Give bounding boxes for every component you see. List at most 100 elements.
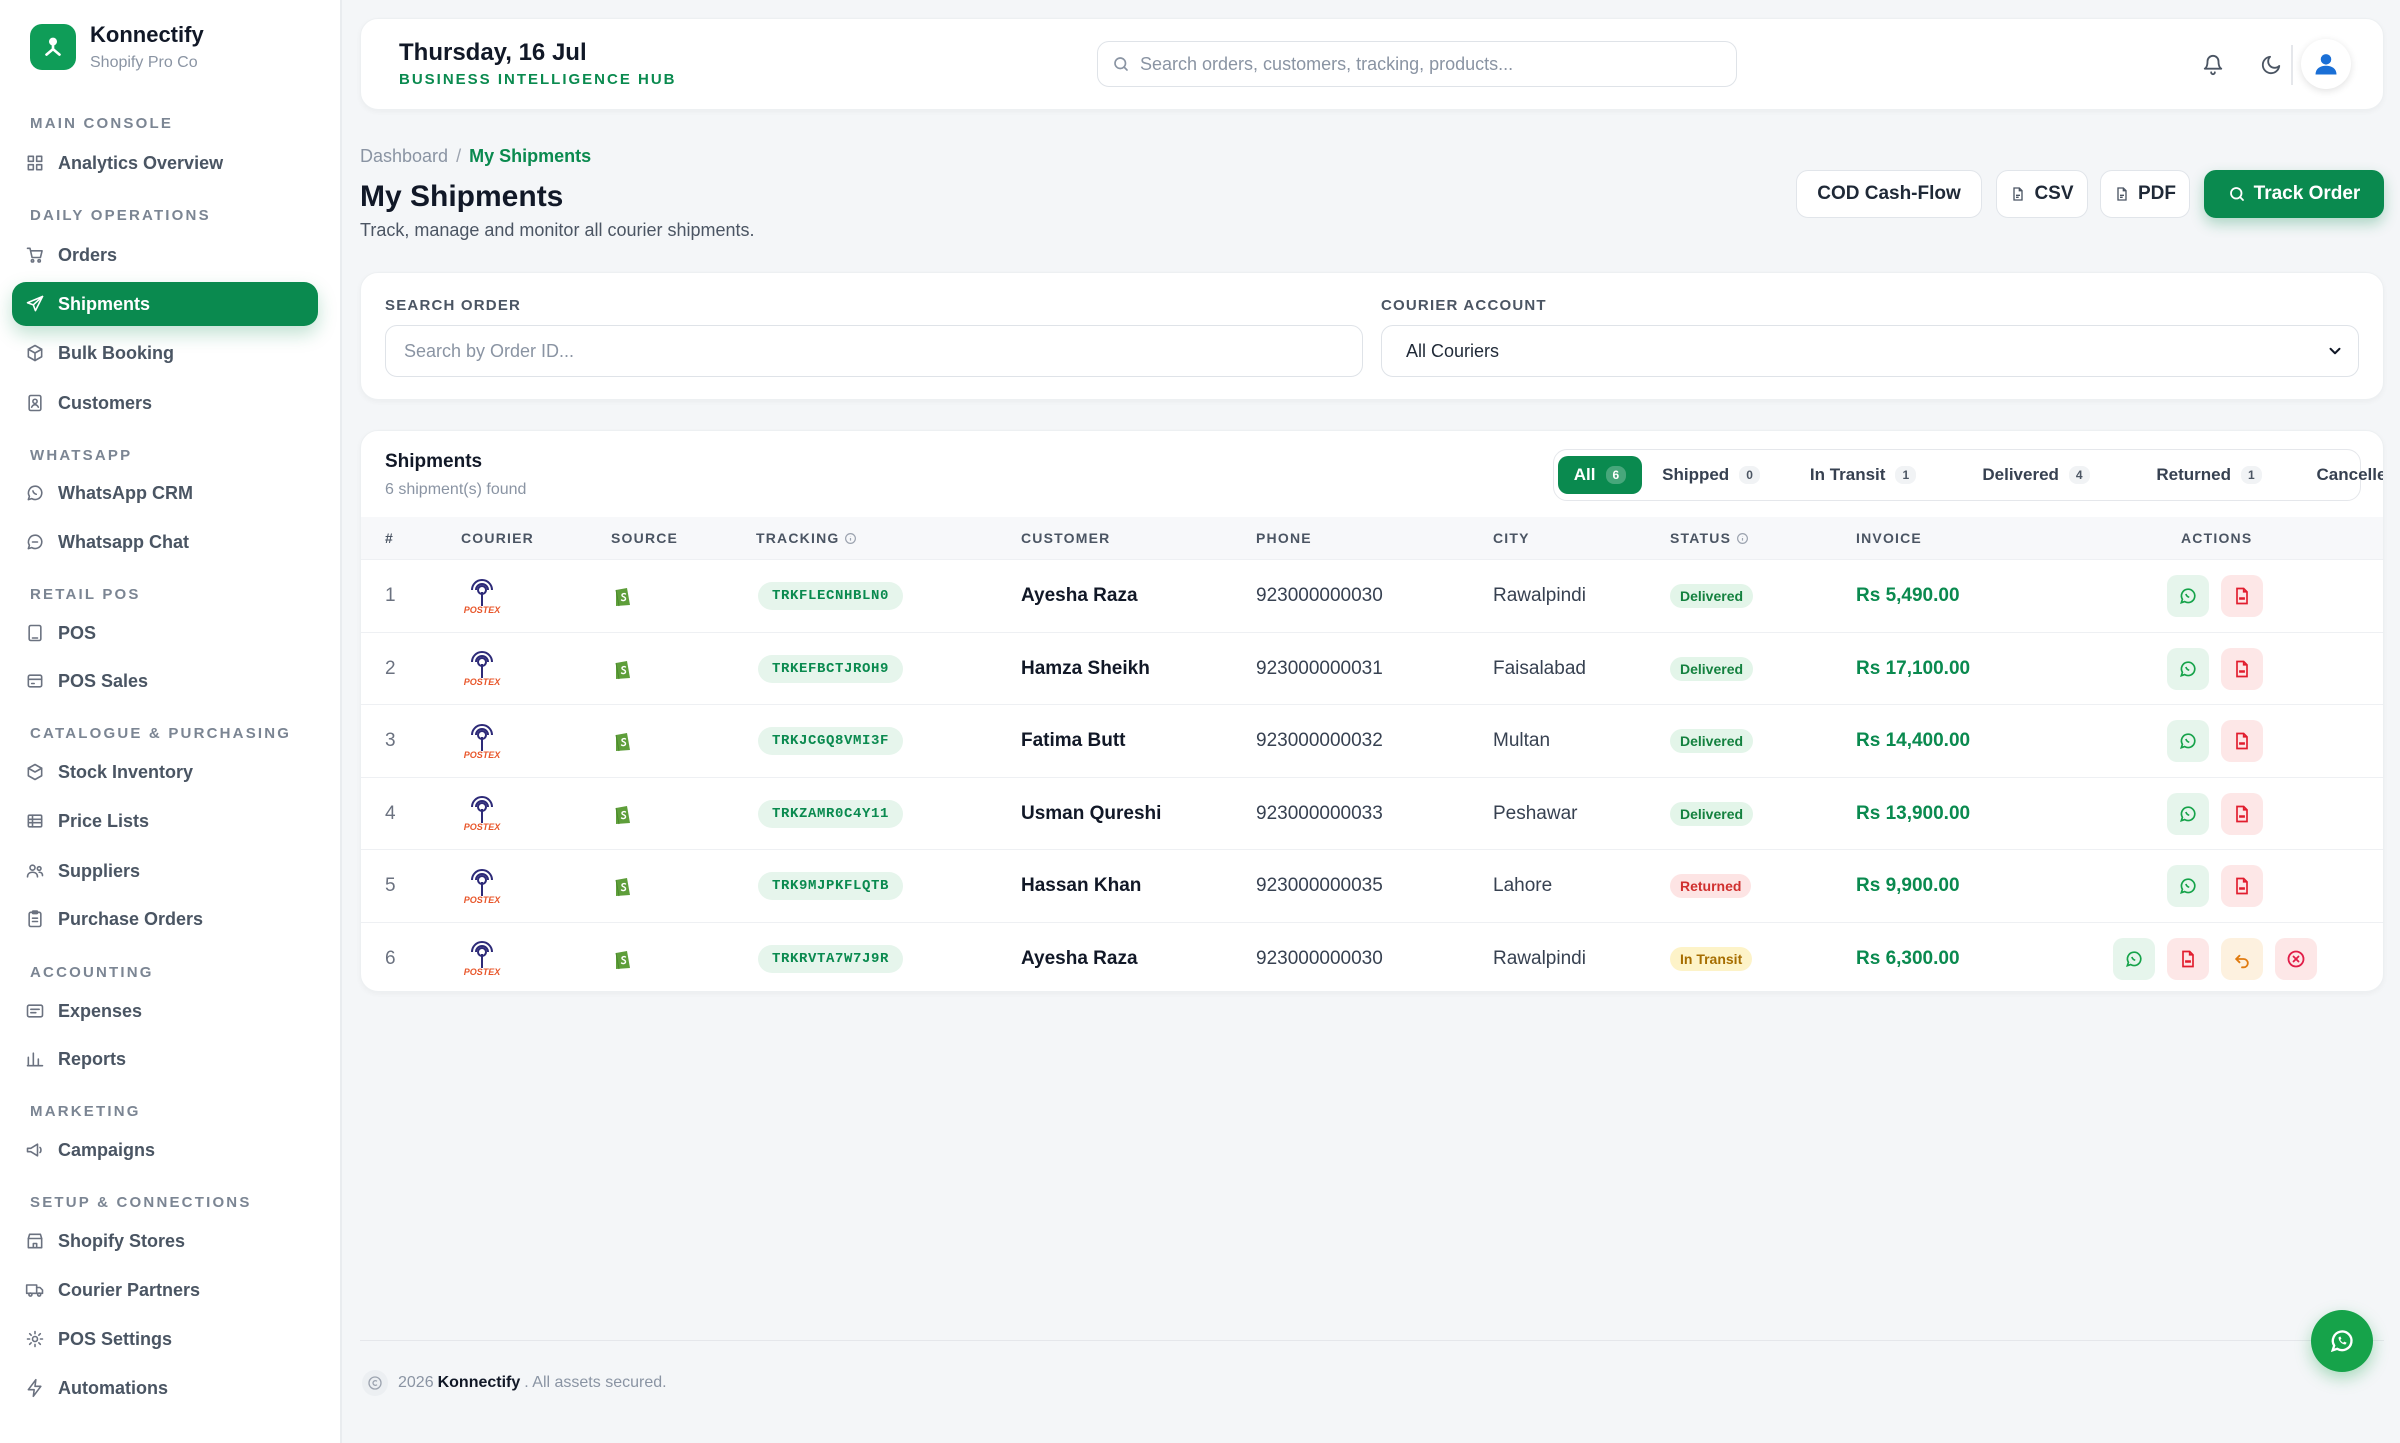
shopify-icon [613, 585, 633, 607]
column-header-label: INVOICE [1856, 530, 1922, 546]
column-header-phone: PHONE [1256, 530, 1312, 546]
download-pdf-button[interactable] [2221, 865, 2263, 907]
breadcrumb-root[interactable]: Dashboard [360, 146, 448, 166]
pdf-icon [2232, 586, 2252, 606]
tab-delivered[interactable]: Delivered 4 [1954, 456, 2118, 494]
pdf-button[interactable]: PDF [2100, 170, 2190, 218]
global-search-input[interactable] [1140, 53, 1720, 75]
source-cell [613, 778, 633, 850]
sidebar-item-customers[interactable]: Customers [12, 381, 318, 425]
return-shipment-button[interactable] [2221, 937, 2263, 980]
tab-label: In Transit [1809, 465, 1886, 484]
cancel-shipment-button[interactable] [2275, 937, 2317, 980]
order-search-input[interactable] [385, 325, 1363, 377]
whatsapp-icon [2178, 804, 2198, 824]
tab-returned[interactable]: Returned 1 [2128, 456, 2290, 494]
sidebar-item-suppliers[interactable]: Suppliers [12, 849, 318, 893]
tracking-badge[interactable]: TRKFLECNHBLN0 [758, 582, 904, 610]
sidebar-item-orders[interactable]: Orders [12, 233, 318, 277]
download-pdf-button[interactable] [2167, 937, 2209, 980]
tracking-badge[interactable]: TRK9MJPKFLQTB [758, 872, 904, 900]
whatsapp-fab-button[interactable] [2311, 1310, 2373, 1372]
global-search[interactable] [1097, 41, 1737, 87]
csv-button[interactable]: CSV [1996, 170, 2088, 218]
sidebar-item-label: Bulk Booking [58, 342, 174, 363]
send-whatsapp-button[interactable] [2167, 792, 2209, 835]
sidebar-item-reports[interactable]: Reports [12, 1037, 318, 1081]
shopify-icon [613, 948, 633, 970]
download-pdf-button[interactable] [2221, 720, 2263, 762]
status-cell: Delivered [1670, 705, 1754, 777]
table-row[interactable]: 1 POSTEX TRKFLECNHBLN0 Ayesha Raza 923000000… [361, 559, 2383, 632]
table-row[interactable]: 5 POSTEX TRK9MJPKFLQTB Hassan Khan 923000000… [361, 849, 2383, 921]
sidebar-item-stock-inventory[interactable]: Stock Inventory [12, 750, 318, 794]
tab-shipped[interactable]: Shipped 0 [1650, 456, 1772, 494]
sidebar-item-label: POS [58, 622, 97, 643]
download-pdf-button[interactable] [2221, 792, 2263, 835]
tab-label: Cancelled [2316, 465, 2384, 484]
send-whatsapp-button[interactable] [2167, 720, 2209, 762]
sidebar-item-shopify-stores[interactable]: Shopify Stores [12, 1219, 318, 1263]
city-name: Faisalabad [1493, 657, 1586, 679]
nav-section-daily-operations: DAILY OPERATIONS [30, 207, 211, 224]
tracking-badge[interactable]: TRKJCGQ8VMI3F [758, 727, 904, 755]
download-pdf-button[interactable] [2221, 647, 2263, 690]
avatar[interactable] [2301, 39, 2351, 89]
status-badge: Delivered [1670, 656, 1754, 681]
bell-icon[interactable] [2195, 47, 2231, 83]
download-pdf-button[interactable] [2221, 575, 2263, 617]
column-header-label: STATUS [1670, 530, 1732, 546]
tracking-badge[interactable]: TRKZAMR0C4Y11 [758, 799, 904, 828]
track-order-button[interactable]: Track Order [2204, 170, 2384, 218]
moon-icon[interactable] [2253, 47, 2289, 83]
contacts-icon [24, 392, 46, 414]
courier-logo-text: POSTEX [463, 967, 501, 977]
sidebar-item-whatsapp-chat[interactable]: Whatsapp Chat [12, 520, 318, 564]
shipments-title: Shipments [385, 451, 483, 472]
sidebar-item-shipments[interactable]: Shipments [12, 282, 318, 326]
sidebar-item-campaigns[interactable]: Campaigns [12, 1128, 318, 1172]
sidebar-item-expenses[interactable]: Expenses [12, 989, 318, 1033]
phone-number: 923000000032 [1256, 730, 1383, 751]
table-row[interactable]: 6 POSTEX TRKRVTA7W7J9R Ayesha Raza 923000000… [361, 921, 2383, 992]
send-whatsapp-button[interactable] [2167, 575, 2209, 617]
chat-icon [24, 531, 46, 553]
city-name: Peshawar [1493, 802, 1578, 824]
courier-account-select[interactable]: All Couriers [1381, 325, 2359, 377]
source-cell [613, 560, 633, 632]
column-header-courier: COURIER [461, 530, 534, 546]
table-row[interactable]: 3 POSTEX TRKJCGQ8VMI3F Fatima Butt 923000000… [361, 704, 2383, 777]
sidebar-item-bulk-booking[interactable]: Bulk Booking [12, 331, 318, 375]
send-whatsapp-button[interactable] [2167, 647, 2209, 690]
courier-logo-text: POSTEX [463, 604, 501, 615]
phone-number: 923000000035 [1256, 875, 1383, 896]
sidebar-item-courier-partners[interactable]: Courier Partners [12, 1268, 318, 1312]
send-whatsapp-button[interactable] [2113, 937, 2155, 980]
table-row[interactable]: 2 POSTEX TRKEFBCTJROH9 Hamza Sheikh 92300000… [361, 631, 2383, 704]
tracking-badge[interactable]: TRKEFBCTJROH9 [758, 654, 904, 683]
sidebar-item-pos-sales[interactable]: POS Sales [12, 659, 318, 703]
brand[interactable]: Konnectify Shopify Pro Co [30, 22, 204, 72]
tab-all[interactable]: All 6 [1558, 456, 1642, 494]
sidebar-item-label: Whatsapp Chat [58, 531, 190, 552]
sidebar-item-purchase-orders[interactable]: Purchase Orders [12, 897, 318, 941]
sidebar-item-analytics-overview[interactable]: Analytics Overview [12, 141, 318, 185]
tab-cancelled[interactable]: Cancelled0 [2300, 456, 2384, 494]
column-header-tracking: TRACKING [756, 530, 857, 546]
status-badge: Returned [1670, 874, 1752, 898]
track-order-label: Track Order [2253, 183, 2361, 204]
sidebar-item-whatsapp-crm[interactable]: WhatsApp CRM [12, 471, 318, 515]
sidebar-item-pos-settings[interactable]: POS Settings [12, 1317, 318, 1361]
cod-cash-flow-button[interactable]: COD Cash-Flow [1796, 170, 1982, 218]
sidebar-item-pos[interactable]: POS [12, 611, 318, 655]
send-whatsapp-button[interactable] [2167, 865, 2209, 907]
postex-logo-icon: POSTEX [461, 791, 503, 837]
table-row[interactable]: 4 POSTEX TRKZAMR0C4Y11 Usman Qureshi 9230000… [361, 776, 2383, 850]
column-header-number: # [385, 530, 394, 546]
sidebar-item-automations[interactable]: Automations [12, 1366, 318, 1410]
courier-cell: POSTEX [461, 778, 503, 850]
column-header-invoice: INVOICE [1856, 530, 1922, 546]
tab-in-transit[interactable]: In Transit 1 [1782, 456, 1944, 494]
tracking-badge[interactable]: TRKRVTA7W7J9R [758, 944, 904, 973]
sidebar-item-price-lists[interactable]: Price Lists [12, 799, 318, 843]
